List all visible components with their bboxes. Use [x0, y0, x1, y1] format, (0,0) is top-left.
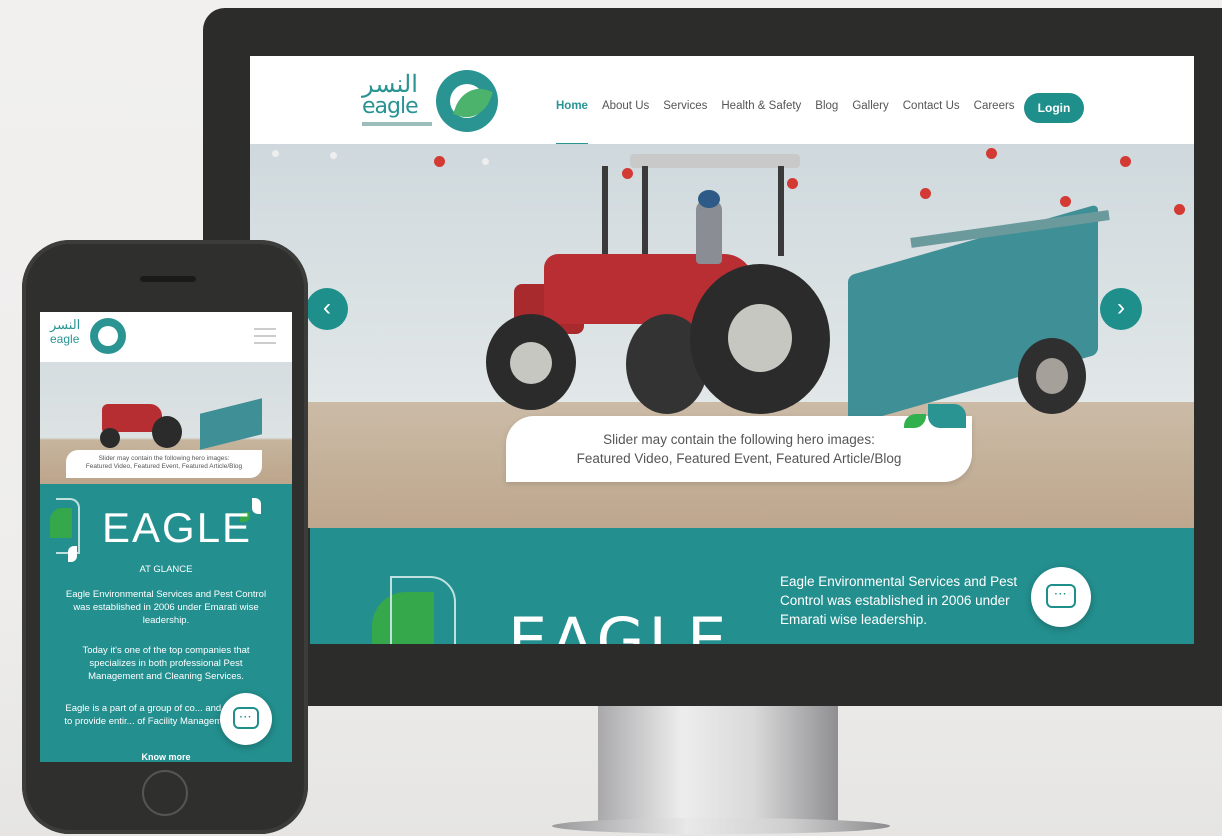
eagle-emblem-icon[interactable]	[90, 318, 126, 354]
beach-cleaner	[200, 398, 262, 450]
driver-helmet	[698, 190, 720, 208]
nav-careers[interactable]: Careers	[974, 100, 1015, 112]
buoy	[434, 156, 445, 167]
buoy	[272, 150, 279, 157]
logo-tagline-bar	[362, 122, 432, 126]
chat-icon: ···	[233, 707, 259, 729]
buoy	[482, 158, 489, 165]
mobile-chat-button[interactable]: ···	[220, 693, 272, 745]
buoy	[622, 168, 633, 179]
mobile-glance-subtitle: AT GLANCE	[139, 564, 193, 575]
nav-services[interactable]: Services	[663, 100, 707, 112]
chat-button[interactable]: ···	[1031, 567, 1091, 627]
tractor-rear-wheel	[152, 416, 182, 448]
main-nav: Home About Us Services Health & Safety B…	[556, 100, 1015, 145]
tractor-exhaust	[602, 166, 608, 256]
glance-title: EAGLE	[508, 604, 731, 644]
hero-caption-line1: Slider may contain the following hero im…	[603, 432, 875, 447]
logo-english-text: eagle	[362, 94, 419, 119]
tractor-post	[778, 166, 784, 256]
hamburger-menu-icon[interactable]	[254, 328, 276, 344]
buoy	[920, 188, 931, 199]
glance-text: Eagle Environmental Services and Pest Co…	[780, 574, 1018, 627]
chat-icon: ···	[1046, 584, 1076, 608]
nav-gallery[interactable]: Gallery	[852, 100, 888, 112]
mobile-para-1: Eagle Environmental Services and Pest Co…	[65, 589, 267, 626]
hero-slider: ‹ › Slider may contain the following her…	[250, 144, 1194, 528]
mobile-hero-caption: Slider may contain the following hero im…	[66, 450, 262, 478]
beach-cleaner-wheel	[1018, 338, 1086, 414]
mobile-glance-title: EAGLE	[102, 504, 253, 551]
tractor-post	[642, 166, 648, 256]
tractor-canopy	[630, 154, 800, 168]
nav-blog[interactable]: Blog	[815, 100, 838, 112]
mobile-logo-arabic: النسر	[50, 318, 81, 333]
buoy	[1060, 196, 1071, 207]
slider-prev-button[interactable]: ‹	[306, 288, 348, 330]
white-leaf-icon	[252, 498, 261, 514]
mobile-hero: Slider may contain the following hero im…	[40, 362, 292, 484]
buoy	[986, 148, 997, 159]
login-button[interactable]: Login	[1024, 93, 1084, 123]
monitor-stand	[598, 706, 838, 824]
white-leaf-icon	[68, 546, 77, 562]
eagle-logo[interactable]: النسر eagle	[358, 68, 500, 134]
site-header: النسر eagle Home About Us Services Healt…	[250, 56, 1194, 145]
know-more-link[interactable]: Know more	[40, 752, 292, 762]
nav-home[interactable]: Home	[556, 100, 588, 145]
mobile-logo-english: eagle	[50, 332, 80, 346]
mobile-caption-line2: Featured Video, Featured Event, Featured…	[85, 463, 243, 470]
hero-caption-line2: Featured Video, Featured Event, Featured…	[576, 451, 902, 466]
tractor-rear-wheel	[690, 264, 830, 414]
monitor-stand-base	[552, 818, 890, 834]
phone-home-button	[142, 770, 188, 816]
nav-contact-us[interactable]: Contact Us	[903, 100, 960, 112]
buoy	[330, 152, 337, 159]
mobile-para-2: Today it's one of the top companies that…	[82, 645, 250, 682]
desktop-screen: النسر eagle Home About Us Services Healt…	[250, 56, 1194, 644]
nav-health-safety[interactable]: Health & Safety	[721, 100, 801, 112]
mobile-caption-line1: Slider may contain the following hero im…	[98, 455, 230, 462]
nav-about-us[interactable]: About Us	[602, 100, 649, 112]
buoy	[1120, 156, 1131, 167]
buoy	[1174, 204, 1185, 215]
tractor-front-wheel	[100, 428, 120, 448]
leaf-outline-icon	[390, 576, 456, 644]
tractor-front-wheel	[486, 314, 576, 410]
tractor-driver	[696, 200, 722, 264]
teal-leaf-icon	[928, 404, 966, 428]
mobile-header: النسر eagle	[40, 312, 292, 362]
hero-caption: Slider may contain the following hero im…	[506, 416, 972, 482]
slider-next-button[interactable]: ›	[1100, 288, 1142, 330]
buoy	[787, 178, 798, 189]
phone-speaker	[140, 276, 196, 282]
